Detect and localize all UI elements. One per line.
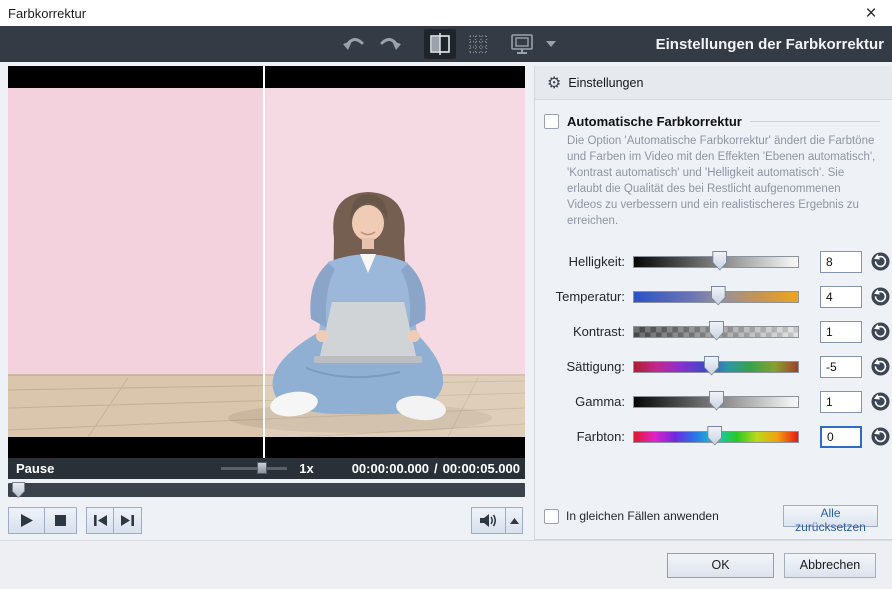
corrected-half-overlay xyxy=(264,88,525,437)
apply-same-label: In gleichen Fällen anwenden xyxy=(566,509,719,523)
slider-value-input[interactable] xyxy=(820,391,862,413)
next-frame-icon[interactable] xyxy=(114,507,142,534)
reset-all-button[interactable]: Alle zurücksetzen xyxy=(783,505,878,527)
slider-value-input[interactable] xyxy=(820,356,862,378)
reset-circular-arrow-icon[interactable] xyxy=(871,427,890,446)
video-frame-illustration xyxy=(8,66,525,458)
slider-thumb[interactable] xyxy=(704,356,719,376)
slider-row: Sättigung: xyxy=(535,349,892,384)
dropdown-caret-icon[interactable] xyxy=(544,29,558,59)
slider-value-input[interactable] xyxy=(820,321,862,343)
split-line[interactable] xyxy=(263,66,265,458)
monitor-icon[interactable] xyxy=(508,29,536,59)
time-separator: / xyxy=(434,461,438,476)
pause-label: Pause xyxy=(16,461,54,476)
slider-label: Kontrast: xyxy=(535,324,625,339)
slider-label: Gamma: xyxy=(535,394,625,409)
volume-icon[interactable] xyxy=(471,507,506,534)
speed-slider-thumb[interactable] xyxy=(257,462,267,474)
redo-icon[interactable] xyxy=(376,29,404,59)
stop-icon[interactable] xyxy=(45,507,77,534)
slider-track[interactable] xyxy=(633,361,799,373)
reset-circular-arrow-icon[interactable] xyxy=(871,322,890,341)
volume-caret-icon[interactable] xyxy=(506,507,523,534)
seek-thumb[interactable] xyxy=(12,482,25,498)
slider-row: Kontrast: xyxy=(535,314,892,349)
play-icon[interactable] xyxy=(8,507,45,534)
playback-status-bar: Pause 1x 00:00:00.000 / 00:00:05.000 xyxy=(8,458,525,479)
window-title: Farbkorrektur xyxy=(8,6,86,21)
panel-bottom-row: In gleichen Fällen anwenden Alle zurücks… xyxy=(544,505,878,527)
speed-label: 1x xyxy=(299,461,313,476)
apply-same-checkbox[interactable] xyxy=(544,509,559,524)
timecode: 00:00:00.000 / 00:00:05.000 xyxy=(352,461,520,476)
grid-icon[interactable] xyxy=(464,29,492,59)
reset-circular-arrow-icon[interactable] xyxy=(871,252,890,271)
toolbar-title: Einstellungen der Farbkorrektur xyxy=(656,26,884,62)
auto-correction-description: Die Option 'Automatische Farbkorrektur' … xyxy=(567,133,878,229)
slider-thumb[interactable] xyxy=(709,391,724,411)
gear-icon: ⚙ xyxy=(547,75,561,91)
slider-track[interactable] xyxy=(633,396,799,408)
frame-step-group xyxy=(86,507,142,534)
slider-value-input[interactable] xyxy=(820,251,862,273)
slider-label: Farbton: xyxy=(535,429,625,444)
settings-panel: ⚙ Einstellungen Automatische Farbkorrekt… xyxy=(534,66,892,540)
settings-header-label: Einstellungen xyxy=(568,76,643,90)
slider-value-input[interactable] xyxy=(820,286,862,308)
split-view-icon[interactable] xyxy=(424,29,456,59)
time-current: 00:00:00.000 xyxy=(352,461,429,476)
auto-correction-row: Automatische Farbkorrektur xyxy=(544,114,880,129)
slider-label: Temperatur: xyxy=(535,289,625,304)
undo-icon[interactable] xyxy=(340,29,368,59)
speed-slider[interactable] xyxy=(221,467,287,470)
slider-track[interactable] xyxy=(633,431,799,443)
reset-circular-arrow-icon[interactable] xyxy=(871,392,890,411)
reset-circular-arrow-icon[interactable] xyxy=(871,357,890,376)
dialog-footer: OK Abbrechen xyxy=(0,540,892,589)
slider-track[interactable] xyxy=(633,326,799,338)
slider-row: Gamma: xyxy=(535,384,892,419)
slider-value-input[interactable] xyxy=(820,426,862,448)
auto-correction-label: Automatische Farbkorrektur xyxy=(567,114,742,129)
slider-label: Sättigung: xyxy=(535,359,625,374)
ok-button[interactable]: OK xyxy=(667,553,774,578)
slider-list: Helligkeit: Temperatur: xyxy=(535,244,892,454)
window-titlebar: Farbkorrektur × xyxy=(0,0,892,26)
slider-thumb[interactable] xyxy=(712,251,727,271)
auto-correction-checkbox[interactable] xyxy=(544,114,559,129)
slider-row: Helligkeit: xyxy=(535,244,892,279)
slider-row: Farbton: xyxy=(535,419,892,454)
slider-track[interactable] xyxy=(633,256,799,268)
reset-circular-arrow-icon[interactable] xyxy=(871,287,890,306)
preview-column: Pause 1x 00:00:00.000 / 00:00:05.000 xyxy=(8,66,525,534)
slider-thumb[interactable] xyxy=(709,321,724,341)
video-preview[interactable] xyxy=(8,66,525,458)
cancel-button[interactable]: Abbrechen xyxy=(784,553,876,578)
time-total: 00:00:05.000 xyxy=(443,461,520,476)
play-stop-group xyxy=(8,507,77,534)
section-divider xyxy=(750,121,880,122)
slider-thumb[interactable] xyxy=(711,286,726,306)
settings-panel-header: ⚙ Einstellungen xyxy=(535,66,892,100)
slider-label: Helligkeit: xyxy=(535,254,625,269)
slider-track[interactable] xyxy=(633,291,799,303)
slider-thumb[interactable] xyxy=(707,426,722,446)
close-icon[interactable]: × xyxy=(860,2,882,24)
transport-controls xyxy=(8,507,525,534)
toolbar-icon-group xyxy=(340,26,558,62)
volume-group xyxy=(471,507,523,534)
previous-frame-icon[interactable] xyxy=(86,507,114,534)
toolbar: Einstellungen der Farbkorrektur xyxy=(0,26,892,62)
seek-bar[interactable] xyxy=(8,483,525,497)
slider-row: Temperatur: xyxy=(535,279,892,314)
